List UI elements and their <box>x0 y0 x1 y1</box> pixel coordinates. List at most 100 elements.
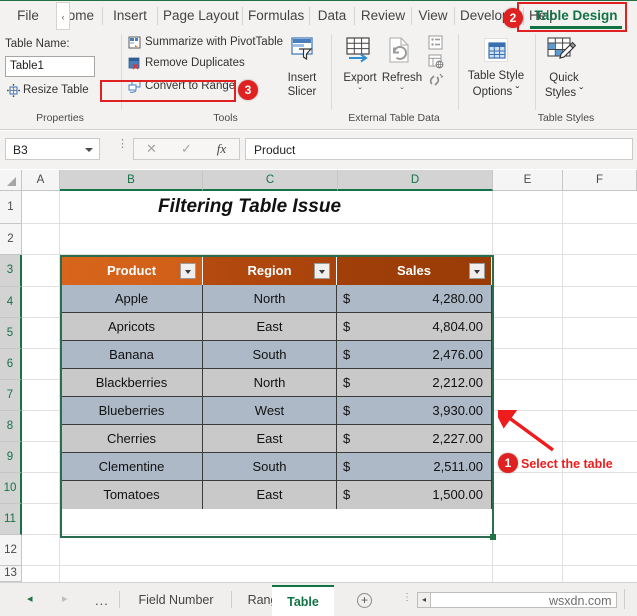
row-header-13[interactable]: 13 <box>0 566 22 582</box>
quick-styles-icon[interactable] <box>547 36 579 66</box>
insert-slicer-icon <box>288 36 316 66</box>
table-cell-region[interactable]: South <box>203 453 337 481</box>
fill-handle[interactable] <box>490 534 496 540</box>
row-header-5[interactable]: 5 <box>0 318 22 349</box>
filter-dropdown-product[interactable] <box>180 263 196 279</box>
insert-slicer-label-2[interactable]: Slicer <box>280 86 324 98</box>
table-cell-sales[interactable]: $ 1,500.00 <box>337 481 492 509</box>
ribbon-tab-file[interactable]: File <box>6 1 50 31</box>
row-header-3[interactable]: 3 <box>0 255 22 287</box>
refresh-button[interactable]: Refresh <box>380 72 424 84</box>
row-header-6[interactable]: 6 <box>0 349 22 380</box>
insert-function-icon[interactable]: fx <box>204 139 239 159</box>
table-cell-region[interactable]: North <box>203 285 337 313</box>
ribbon-tab-formulas[interactable]: Formulas <box>244 1 308 31</box>
row-header-7[interactable]: 7 <box>0 380 22 411</box>
grid-line <box>22 441 60 442</box>
table-cell-region[interactable]: West <box>203 397 337 425</box>
prev-sheet-icon[interactable]: ◂ <box>27 593 33 605</box>
table-cell-region[interactable]: South <box>203 341 337 369</box>
scroll-left-icon[interactable]: ◂ <box>418 593 431 607</box>
column-header-d[interactable]: D <box>338 170 493 191</box>
cancel-icon[interactable]: ✕ <box>134 139 169 159</box>
table-style-options-label-2[interactable]: Options ˇ <box>462 86 530 98</box>
table-cell-sales[interactable]: $ 4,804.00 <box>337 313 492 341</box>
formula-bar-grip[interactable]: ⋮ <box>117 142 120 156</box>
table-cell-product[interactable]: Apricots <box>61 313 203 341</box>
sheet-overflow-ellipsis[interactable]: ... <box>95 593 109 608</box>
table-cell-sales[interactable]: $ 3,930.00 <box>337 397 492 425</box>
active-tab-underline <box>530 26 622 29</box>
row-header-1[interactable]: 1 <box>0 191 22 224</box>
currency-symbol: $ <box>343 397 350 425</box>
table-cell-sales[interactable]: $ 2,476.00 <box>337 341 492 369</box>
table-style-options-icon[interactable] <box>484 38 508 62</box>
row-header-9[interactable]: 9 <box>0 442 22 473</box>
column-header-b[interactable]: B <box>60 170 203 191</box>
column-header-c[interactable]: C <box>203 170 338 191</box>
resize-table-button[interactable]: Resize Table <box>23 84 89 96</box>
sheet-tab-table[interactable]: Table <box>272 585 334 616</box>
sheet-divider <box>624 589 625 609</box>
row-header-12[interactable]: 12 <box>0 535 22 566</box>
table-cell-region[interactable]: East <box>203 425 337 453</box>
table-cell-product[interactable]: Tomatoes <box>61 481 203 509</box>
row-header-2[interactable]: 2 <box>0 224 22 255</box>
ribbon-scroll-left-icon[interactable]: ‹ <box>56 2 70 30</box>
export-button[interactable]: Export <box>339 72 381 84</box>
table-cell-sales[interactable]: $ 2,227.00 <box>337 425 492 453</box>
quick-styles-label-2[interactable]: Styles ˇ <box>535 87 593 99</box>
table-cell-product[interactable]: Cherries <box>61 425 203 453</box>
table-cell-sales[interactable]: $ 2,212.00 <box>337 369 492 397</box>
select-all-corner[interactable] <box>0 170 22 191</box>
table-cell-sales[interactable]: $ 4,280.00 <box>337 285 492 313</box>
table-cell-product[interactable]: Blueberries <box>61 397 203 425</box>
status-bar-grip[interactable]: ⋮ <box>402 592 413 603</box>
name-box-chevron-down-icon[interactable] <box>85 148 93 152</box>
remove-duplicates-button[interactable]: Remove Duplicates <box>145 57 245 69</box>
summarize-with-pivottable-button[interactable]: Summarize with PivotTable <box>145 36 283 48</box>
ribbon-tab-page-layout[interactable]: Page Layout <box>159 1 241 31</box>
add-sheet-button[interactable]: + <box>357 593 372 608</box>
table-cell-sales[interactable]: $ 2,511.00 <box>337 453 492 481</box>
quick-styles-label-1[interactable]: Quick <box>535 72 593 84</box>
sales-value: 3,930.00 <box>432 397 483 425</box>
filter-dropdown-sales[interactable] <box>469 263 485 279</box>
filter-dropdown-region[interactable] <box>314 263 330 279</box>
column-header-f[interactable]: F <box>563 170 637 191</box>
insert-slicer-label-1[interactable]: Insert <box>280 72 324 84</box>
table-cell-product[interactable]: Banana <box>61 341 203 369</box>
table-cell-region[interactable]: East <box>203 313 337 341</box>
column-header-a[interactable]: A <box>22 170 60 191</box>
name-box[interactable]: B3 <box>5 138 100 160</box>
next-sheet-icon[interactable]: ▸ <box>62 593 68 605</box>
convert-to-range-button[interactable]: Convert to Range <box>145 80 235 92</box>
formula-input[interactable]: Product <box>245 138 633 160</box>
select-all-triangle-icon <box>7 177 16 186</box>
export-dropdown-caret[interactable]: ˇ <box>339 87 381 99</box>
ribbon-tab-insert[interactable]: Insert <box>104 1 156 31</box>
table-name-input[interactable]: Table1 <box>5 56 95 77</box>
sales-value: 4,280.00 <box>432 285 483 313</box>
currency-symbol: $ <box>343 453 350 481</box>
ribbon-tab-data[interactable]: Data <box>311 1 353 31</box>
row-header-4[interactable]: 4 <box>0 287 22 318</box>
table-cell-product[interactable]: Apple <box>61 285 203 313</box>
row-header-8[interactable]: 8 <box>0 411 22 442</box>
grid-line <box>492 379 637 380</box>
sheet-tab-field-number[interactable]: Field Number <box>124 587 228 613</box>
column-header-e[interactable]: E <box>493 170 563 191</box>
table-cell-product[interactable]: Clementine <box>61 453 203 481</box>
table-cell-region[interactable]: North <box>203 369 337 397</box>
row-header-10[interactable]: 10 <box>0 473 22 504</box>
table-style-options-label-1[interactable]: Table Style <box>462 70 530 82</box>
enter-icon[interactable]: ✓ <box>169 139 204 159</box>
annotation-arrow-icon <box>498 410 558 454</box>
refresh-dropdown-caret[interactable]: ˇ <box>380 87 424 99</box>
table-cell-region[interactable]: East <box>203 481 337 509</box>
sales-value: 2,511.00 <box>433 453 483 481</box>
ribbon-tab-review[interactable]: Review <box>356 1 410 31</box>
row-header-11[interactable]: 11 <box>0 504 22 535</box>
table-cell-product[interactable]: Blackberries <box>61 369 203 397</box>
ribbon-tab-view[interactable]: View <box>413 1 453 31</box>
